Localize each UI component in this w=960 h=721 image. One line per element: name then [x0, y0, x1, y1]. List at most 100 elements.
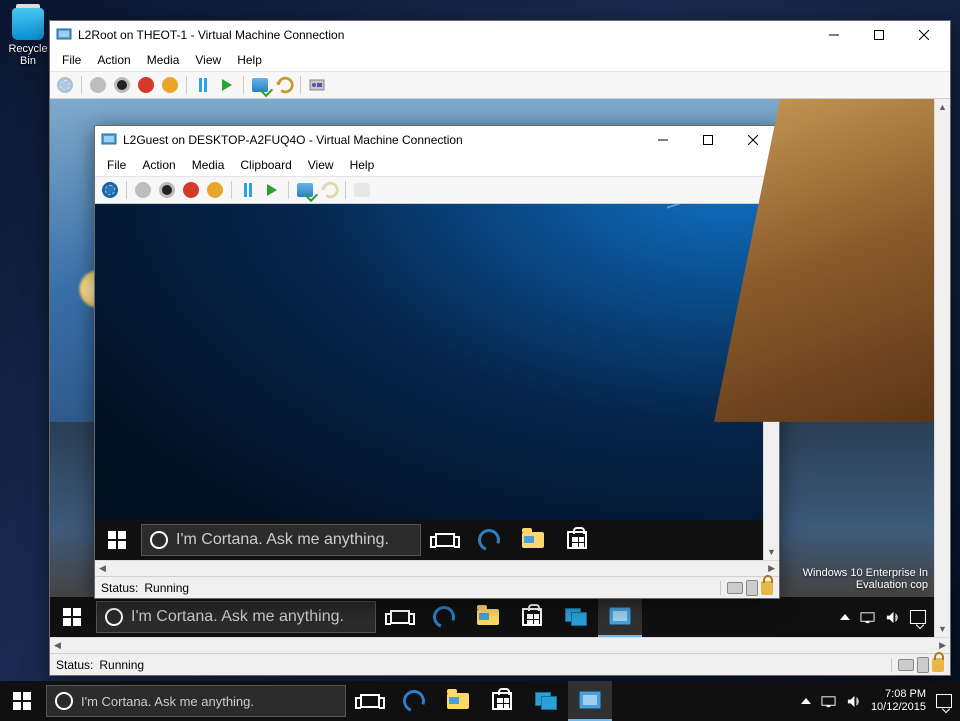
- vmconnect-button[interactable]: [598, 597, 642, 637]
- outer-titlebar[interactable]: L2Root on THEOT-1 - Virtual Machine Conn…: [50, 21, 950, 49]
- shutdown-button[interactable]: [204, 179, 226, 201]
- enhanced-session-button[interactable]: [351, 179, 373, 201]
- network-icon[interactable]: [860, 610, 875, 625]
- status-label: Status:: [101, 581, 138, 595]
- store-button[interactable]: [555, 520, 599, 560]
- vertical-scrollbar[interactable]: ▲▼: [934, 99, 950, 637]
- edge-button[interactable]: [467, 520, 511, 560]
- pause-button[interactable]: [237, 179, 259, 201]
- cortana-search[interactable]: I'm Cortana. Ask me anything.: [141, 524, 421, 556]
- enhanced-session-button[interactable]: [306, 74, 328, 96]
- start-button[interactable]: [87, 74, 109, 96]
- vertical-scrollbar[interactable]: ▲▼: [763, 204, 779, 560]
- vmconnect-button[interactable]: [568, 681, 612, 721]
- record-button[interactable]: [156, 179, 178, 201]
- enhanced-session-icon: [309, 77, 325, 93]
- menu-action[interactable]: Action: [134, 156, 183, 174]
- resume-button[interactable]: [216, 74, 238, 96]
- start-button[interactable]: [50, 597, 94, 637]
- menu-view[interactable]: View: [300, 156, 342, 174]
- play-icon: [222, 79, 232, 91]
- ctrlaltdel-button[interactable]: [99, 179, 121, 201]
- tray-clock[interactable]: 7:08 PM 10/12/2015: [871, 688, 926, 713]
- explorer-icon: [447, 693, 469, 709]
- recycle-bin-label: Recycle Bin: [6, 43, 50, 67]
- taskview-icon: [390, 610, 410, 624]
- revert-button[interactable]: [273, 74, 295, 96]
- explorer-button[interactable]: [511, 520, 555, 560]
- hyperv-button[interactable]: [524, 681, 568, 721]
- vmconnect-icon: [609, 607, 631, 625]
- minimize-button[interactable]: [640, 126, 685, 154]
- menu-media[interactable]: Media: [184, 156, 233, 174]
- checkpoint-icon: [252, 78, 268, 92]
- store-icon: [492, 692, 512, 710]
- minimize-button[interactable]: [811, 21, 856, 49]
- cortana-search[interactable]: I'm Cortana. Ask me anything.: [96, 601, 376, 633]
- menu-file[interactable]: File: [54, 51, 89, 69]
- lock-icon: [761, 581, 773, 595]
- outer-menubar: File Action Media View Help: [50, 49, 950, 71]
- hyperv-button[interactable]: [554, 597, 598, 637]
- separator: [186, 76, 187, 94]
- edge-button[interactable]: [392, 681, 436, 721]
- edge-button[interactable]: [422, 597, 466, 637]
- close-button[interactable]: [901, 21, 946, 49]
- menu-action[interactable]: Action: [89, 51, 138, 69]
- tray-overflow-button[interactable]: [840, 614, 850, 620]
- shutdown-icon: [207, 182, 223, 198]
- cortana-placeholder: I'm Cortana. Ask me anything.: [131, 608, 344, 626]
- taskview-button[interactable]: [348, 681, 392, 721]
- taskview-button[interactable]: [423, 520, 467, 560]
- action-center-icon[interactable]: [936, 694, 952, 708]
- menu-help[interactable]: Help: [342, 156, 383, 174]
- server-icon: [746, 580, 758, 596]
- network-icon[interactable]: [821, 694, 836, 709]
- tray-overflow-button[interactable]: [801, 698, 811, 704]
- checkpoint-icon: [297, 183, 313, 197]
- host-taskbar: I'm Cortana. Ask me anything. 7:08 PM 10…: [0, 681, 960, 721]
- menu-clipboard[interactable]: Clipboard: [232, 156, 299, 174]
- explorer-button[interactable]: [436, 681, 480, 721]
- separator: [126, 181, 127, 199]
- maximize-button[interactable]: [856, 21, 901, 49]
- pause-button[interactable]: [192, 74, 214, 96]
- lock-icon: [932, 658, 944, 672]
- record-button[interactable]: [111, 74, 133, 96]
- vm-icon: [101, 132, 117, 148]
- maximize-button[interactable]: [685, 126, 730, 154]
- store-button[interactable]: [480, 681, 524, 721]
- resume-button[interactable]: [261, 179, 283, 201]
- pause-icon: [199, 78, 207, 92]
- menu-file[interactable]: File: [99, 156, 134, 174]
- horizontal-scrollbar[interactable]: ◀▶: [50, 637, 950, 653]
- explorer-button[interactable]: [466, 597, 510, 637]
- action-center-icon[interactable]: [910, 610, 926, 624]
- start-button[interactable]: [0, 681, 44, 721]
- store-button[interactable]: [510, 597, 554, 637]
- menu-help[interactable]: Help: [229, 51, 270, 69]
- menu-view[interactable]: View: [187, 51, 229, 69]
- horizontal-scrollbar[interactable]: ◀▶: [95, 560, 779, 576]
- turnoff-button[interactable]: [135, 74, 157, 96]
- inner-titlebar[interactable]: L2Guest on DESKTOP-A2FUQ4O - Virtual Mac…: [95, 126, 779, 154]
- cortana-search[interactable]: I'm Cortana. Ask me anything.: [46, 685, 346, 717]
- inner-viewport: I'm Cortana. Ask me anything.: [95, 204, 779, 560]
- volume-icon[interactable]: [885, 610, 900, 625]
- menu-media[interactable]: Media: [139, 51, 188, 69]
- taskview-button[interactable]: [378, 597, 422, 637]
- start-button[interactable]: [132, 179, 154, 201]
- shutdown-button[interactable]: [159, 74, 181, 96]
- checkpoint-button[interactable]: [249, 74, 271, 96]
- ctrlaltdel-button[interactable]: [54, 74, 76, 96]
- close-button[interactable]: [730, 126, 775, 154]
- revert-icon: [273, 74, 295, 96]
- checkpoint-button[interactable]: [294, 179, 316, 201]
- edge-icon: [429, 602, 458, 631]
- separator: [345, 181, 346, 199]
- revert-button[interactable]: [318, 179, 340, 201]
- turnoff-button[interactable]: [180, 179, 202, 201]
- volume-icon[interactable]: [846, 694, 861, 709]
- recycle-bin[interactable]: Recycle Bin: [6, 8, 50, 67]
- start-button[interactable]: [95, 520, 139, 560]
